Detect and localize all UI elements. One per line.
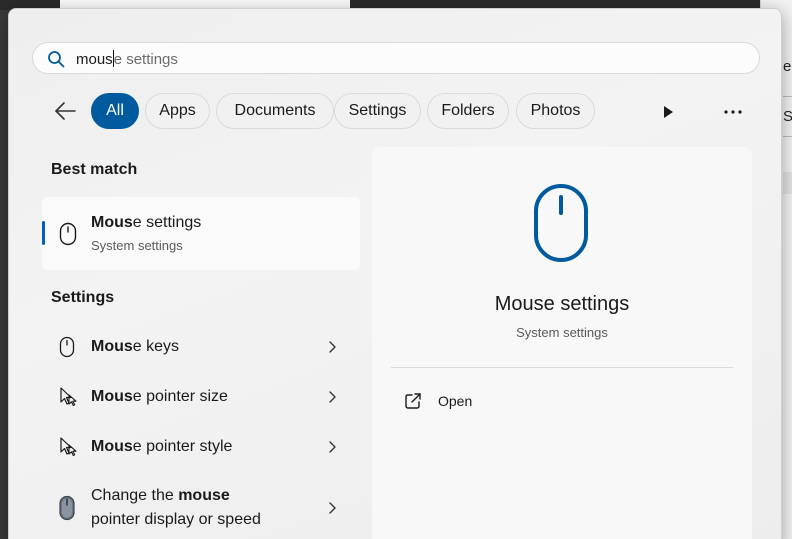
open-button[interactable]: Open (438, 393, 472, 409)
cursor-icon (60, 437, 77, 457)
settings-item-label: Change the mouse pointer display or speed (91, 484, 261, 532)
mouse-device-icon (59, 495, 75, 521)
filter-tab-all[interactable]: All (91, 93, 139, 129)
settings-item-label: Mouse pointer style (91, 435, 232, 459)
chevron-right-icon (329, 391, 336, 403)
matched-text: Mous (91, 388, 133, 405)
background-text-fragment: e- (783, 58, 792, 75)
background-divider (783, 96, 792, 97)
selection-indicator (42, 221, 45, 245)
matched-text: Mous (91, 438, 133, 455)
settings-heading: Settings (51, 289, 115, 306)
search-panel: mouse settings All Apps Documents Settin… (8, 8, 782, 539)
cursor-icon (60, 387, 77, 407)
best-match-title: Mouse settings (91, 214, 201, 232)
more-options-icon[interactable] (719, 101, 747, 123)
matched-text: Mous (91, 214, 133, 231)
search-input[interactable]: mouse settings (32, 42, 760, 74)
chevron-right-icon (329, 341, 336, 353)
preview-subtitle: System settings (516, 325, 608, 340)
search-autocomplete-text: e settings (113, 51, 178, 68)
label-rest: e pointer size (132, 388, 228, 405)
label-rest: e keys (132, 338, 180, 355)
filter-tab-folders[interactable]: Folders (427, 93, 509, 129)
mouse-icon (59, 222, 77, 246)
back-arrow-icon[interactable] (51, 97, 79, 125)
settings-item-mouse-pointer-size[interactable]: Mouse pointer size (42, 383, 360, 411)
preview-divider (391, 367, 733, 368)
settings-item-mouse-pointer-speed[interactable]: Change the mouse pointer display or speed (42, 483, 360, 533)
search-icon (48, 51, 65, 68)
settings-item-label: Mouse pointer size (91, 385, 228, 409)
filter-tab-documents[interactable]: Documents (216, 93, 334, 129)
best-match-heading: Best match (51, 161, 138, 178)
label-rest: e pointer style (132, 438, 233, 455)
filter-tab-settings[interactable]: Settings (334, 93, 421, 129)
settings-item-label: Mouse keys (91, 335, 179, 359)
best-match-item[interactable]: Mouse settings System settings (42, 197, 360, 270)
mouse-icon (534, 184, 588, 262)
search-typed-text: mous (76, 51, 113, 68)
mouse-icon (59, 336, 75, 358)
matched-text: mouse (178, 487, 230, 504)
chevron-right-icon (329, 441, 336, 453)
background-text-fragment: S (783, 108, 792, 125)
label-text: Change the (91, 487, 179, 504)
background-divider (783, 136, 792, 137)
background-window-strip (60, 0, 350, 8)
play-icon[interactable] (657, 101, 679, 123)
best-match-subtitle: System settings (91, 238, 183, 253)
filter-tab-apps[interactable]: Apps (145, 93, 210, 129)
preview-title: Mouse settings (494, 293, 630, 315)
chevron-right-icon (329, 502, 336, 514)
search-query[interactable]: mouse settings (76, 50, 178, 68)
preview-pane: Mouse settings System settings Open (372, 147, 752, 539)
label-text: pointer display or speed (91, 511, 261, 528)
settings-item-mouse-pointer-style[interactable]: Mouse pointer style (42, 433, 360, 461)
open-external-icon[interactable] (404, 392, 422, 410)
background-bar (783, 172, 792, 194)
filter-tab-photos[interactable]: Photos (516, 93, 595, 129)
settings-item-mouse-keys[interactable]: Mouse keys (42, 333, 360, 361)
matched-text: Mous (91, 338, 133, 355)
title-rest: e settings (132, 214, 202, 231)
